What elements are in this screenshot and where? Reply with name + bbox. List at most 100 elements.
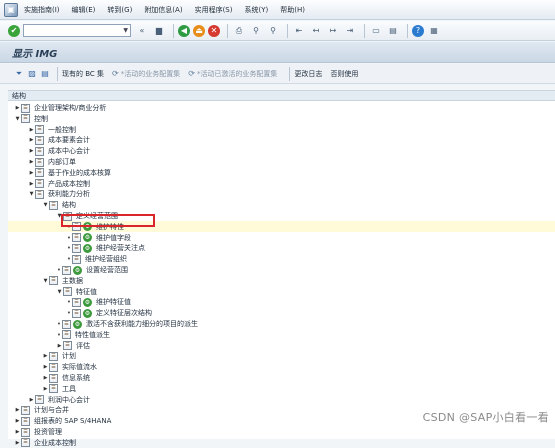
documentation-icon[interactable]: ☰ — [49, 351, 58, 361]
collapse-arrow-icon[interactable]: ▶ — [28, 137, 35, 143]
documentation-icon[interactable]: ☰ — [21, 103, 30, 113]
tree-node[interactable]: ▶ ☰ 产品成本控制 — [28, 179, 90, 189]
first-page-icon[interactable]: ⇤ — [292, 24, 306, 38]
sap-window-icon[interactable]: ▣ — [4, 2, 18, 17]
tree-node[interactable]: ▶ ☰ 投资管理 — [14, 427, 62, 437]
execute-activity-icon[interactable]: ⚙ — [83, 243, 92, 253]
tree-node[interactable]: ▼ ☰ 主数据 — [42, 276, 83, 286]
tree-node[interactable]: ▶ ☰ 评估 — [56, 341, 90, 351]
tree-node[interactable]: ▶ ☰ 工具 — [42, 384, 76, 394]
collapse-arrow-icon[interactable]: ▶ — [14, 407, 21, 413]
collapse-arrow-icon[interactable]: ▶ — [28, 127, 35, 133]
menu-help[interactable]: 帮助(H) — [280, 5, 305, 15]
documentation-icon[interactable]: ☰ — [21, 405, 30, 415]
execute-activity-icon[interactable]: ⚙ — [83, 308, 92, 318]
documentation-icon[interactable]: ☰ — [35, 168, 44, 178]
collapse-arrow-icon[interactable]: ▶ — [28, 170, 35, 176]
layout-menu-icon[interactable]: ▦ — [427, 24, 441, 38]
collapse-arrow-icon[interactable]: ▶ — [14, 418, 21, 424]
collapse-arrow-icon[interactable]: ▶ — [42, 386, 49, 392]
tree-node[interactable]: • ☰ ⚙ 维护特征值 — [66, 297, 131, 307]
documentation-icon[interactable]: ☰ — [62, 319, 71, 329]
previous-page-icon[interactable]: ↤ — [309, 24, 323, 38]
documentation-icon[interactable]: ☰ — [35, 135, 44, 145]
expand-arrow-icon[interactable]: ▼ — [42, 278, 49, 284]
existing-bc-sets-button[interactable]: 现有的 BC 集 — [62, 69, 104, 79]
tree-node[interactable]: ▶ ☰ 企业成本控制 — [14, 438, 76, 448]
tree-node[interactable]: ▶ ☰ 利润中心会计 — [28, 395, 90, 405]
execute-activity-icon[interactable]: ⚙ — [83, 233, 92, 243]
new-session-icon[interactable]: ▭ — [369, 24, 383, 38]
documentation-icon[interactable]: ☰ — [63, 341, 72, 351]
collapse-arrow-icon[interactable]: ▶ — [42, 364, 49, 370]
tree-node[interactable]: ▶ ☰ 信息系统 — [42, 373, 90, 383]
documentation-icon[interactable]: ☰ — [35, 157, 44, 167]
activated-bc-sets-button[interactable]: ⟳ *活动的业务配置集 — [112, 69, 180, 79]
collapse-arrow-icon[interactable]: ▶ — [14, 105, 21, 111]
collapse-arrow-icon[interactable]: ▶ — [14, 429, 21, 435]
tree-node[interactable]: • ☰ ⚙ 维护经营关注点 — [66, 243, 145, 253]
tree-node[interactable]: ▶ ☰ 企业管理架构/商业分析 — [14, 103, 106, 113]
command-dropdown-icon[interactable]: ▼ — [123, 27, 128, 34]
tree-node[interactable]: ▶ ☰ 实际值流水 — [42, 362, 97, 372]
expand-arrow-icon[interactable]: ▼ — [14, 116, 21, 122]
tree-node[interactable]: • ☰ 维护经营组织 — [66, 254, 127, 264]
tree-node[interactable]: ▼ ☰ 结构 — [42, 200, 76, 210]
menu-goto[interactable]: 转到(G) — [107, 5, 132, 15]
tree-node[interactable]: • ☰ ⚙ 设置经营范围 — [56, 265, 128, 275]
execute-activity-icon[interactable]: ⚙ — [73, 265, 82, 275]
find-icon[interactable]: ⚲ — [249, 24, 263, 38]
documentation-icon[interactable]: ☰ — [35, 395, 44, 405]
documentation-icon[interactable]: ☰ — [49, 384, 58, 394]
change-log-button[interactable]: 更改日志 — [294, 69, 322, 79]
documentation-icon[interactable]: ☰ — [49, 276, 58, 286]
help-icon[interactable]: ? — [412, 24, 424, 37]
documentation-icon[interactable]: ☰ — [21, 438, 30, 448]
image-icon[interactable]: ▨ — [27, 69, 37, 79]
documentation-icon[interactable]: ☰ — [35, 189, 44, 199]
documentation-icon[interactable]: ☰ — [72, 254, 81, 264]
menu-extras[interactable]: 附加信息(A) — [144, 5, 182, 15]
tree-node[interactable]: ▶ ☰ 内部订单 — [28, 157, 76, 167]
find-next-icon[interactable]: ⚲ — [266, 24, 280, 38]
tree-node[interactable]: ▶ ☰ 计划与合并 — [14, 405, 69, 415]
tree-node[interactable]: ▶ ☰ 一般控制 — [28, 125, 76, 135]
tree-node[interactable]: ▼ ☰ 特征值 — [56, 287, 97, 297]
tree-node[interactable]: ▶ ☰ 成本中心会计 — [28, 146, 90, 156]
tree-node[interactable]: • ☰ ⚙ 定义特征层次结构 — [66, 308, 152, 318]
documentation-icon[interactable]: ☰ — [35, 125, 44, 135]
documentation-icon[interactable]: ☰ — [21, 427, 30, 437]
expand-arrow-icon[interactable]: ▼ — [56, 289, 63, 295]
menu-implementation-guide[interactable]: 实施指南(I) — [24, 5, 60, 15]
last-page-icon[interactable]: ⇥ — [343, 24, 357, 38]
collapse-left-icon[interactable]: « — [135, 24, 149, 38]
collapse-arrow-icon[interactable]: ▶ — [28, 181, 35, 187]
release-button[interactable]: 否则使用 — [330, 69, 358, 79]
collapse-arrow-icon[interactable]: ▶ — [42, 353, 49, 359]
tree-node[interactable]: ▶ ☰ 基于作业的成本核算 — [28, 168, 111, 178]
print-icon[interactable]: ⎙ — [232, 24, 246, 38]
documentation-icon[interactable]: ☰ — [72, 308, 81, 318]
documentation-icon[interactable]: ☰ — [72, 297, 81, 307]
tree-node[interactable]: • ☰ ⚙ 维护值字段 — [66, 233, 131, 243]
next-page-icon[interactable]: ↦ — [326, 24, 340, 38]
collapse-arrow-icon[interactable]: ▶ — [56, 343, 63, 349]
filter-icon[interactable]: ⏷ — [14, 69, 24, 79]
document-icon[interactable]: ▤ — [40, 69, 50, 79]
documentation-icon[interactable]: ☰ — [72, 233, 81, 243]
shortcut-icon[interactable]: ▤ — [386, 24, 400, 38]
tree-node[interactable]: ▶ ☰ 计划 — [42, 351, 76, 361]
exit-icon[interactable]: ⏏ — [193, 24, 205, 37]
expand-arrow-icon[interactable]: ▼ — [28, 191, 35, 197]
documentation-icon[interactable]: ☰ — [35, 146, 44, 156]
documentation-icon[interactable]: ☰ — [62, 265, 71, 275]
collapse-arrow-icon[interactable]: ▶ — [28, 148, 35, 154]
collapse-arrow-icon[interactable]: ▶ — [28, 397, 35, 403]
collapse-arrow-icon[interactable]: ▶ — [42, 375, 49, 381]
documentation-icon[interactable]: ☰ — [72, 243, 81, 253]
command-field[interactable]: ▼ — [23, 24, 131, 37]
activated-bc-sets-2-button[interactable]: ⟳ *活动已激活的业务配置集 — [188, 69, 277, 79]
tree-node[interactable]: • ☰ 特性值派生 — [56, 330, 110, 340]
documentation-icon[interactable]: ☰ — [49, 362, 58, 372]
tree-node[interactable]: ▶ ☰ 成本要素会计 — [28, 135, 90, 145]
